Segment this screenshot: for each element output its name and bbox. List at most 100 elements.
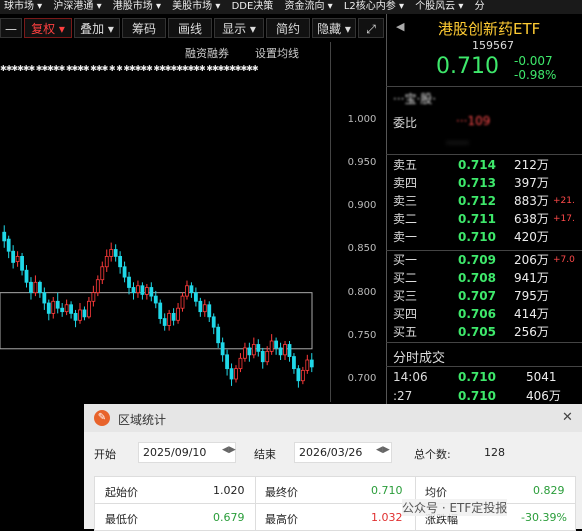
menu-fund-flow[interactable]: 资金流向 ▾ [280,0,336,14]
candle [167,309,172,331]
top-menu-bar: 球市场 ▾ 沪深港通 ▾ 港股市场 ▾ 美股市场 ▾ DDE决策 资金流向 ▾ … [0,0,582,14]
candle [300,366,305,385]
kline-chart[interactable]: 融资融券 设置均线 ✱✱✱✱✱✱ ✱✱✱✱✱ ✱✱✱✱ ✱✱✱ ✱ ✱ ✱✱✱✱… [0,42,384,402]
order-book-row[interactable]: 卖四 0.713 397万 [386,175,582,192]
candle [29,277,33,300]
candle [292,353,296,374]
order-book-row[interactable]: 卖五 0.714 212万 [386,157,582,174]
candle [247,342,252,362]
candle [100,261,105,285]
order-book-row[interactable]: 卖二 0.711 638万 +17. [386,211,582,228]
chips-button[interactable]: 筹码 [122,18,166,38]
candle [283,341,287,361]
level-volume: 883万 [514,194,549,208]
stat-low-label: 最低价 [105,513,138,526]
candle [140,282,145,300]
candle [207,301,212,323]
candle [69,301,73,319]
level-volume: 941万 [514,271,549,285]
candle [185,280,189,300]
overlay-dropdown[interactable]: 叠加 ▾ [74,18,120,38]
order-book-row[interactable]: 买五 0.705 256万 [386,324,582,341]
blurred-info: ······ [446,136,469,150]
candle [269,334,274,355]
order-book-row[interactable]: 买四 0.706 414万 [386,306,582,323]
tick-volume: 406万 [526,389,561,403]
y-tick-label: 0.900 [347,200,377,211]
candle [198,297,203,317]
stat-avg-price-value: 0.829 [533,484,565,497]
order-book-row[interactable]: 买一 0.709 206万 +7.0 [386,252,582,269]
minus-button[interactable]: — [0,18,22,38]
level-volume: 206万 [514,253,549,267]
simple-button[interactable]: 简约 [266,18,310,38]
menu-global-market[interactable]: 球市场 ▾ [0,0,46,14]
y-tick-label: 1.000 [347,114,377,125]
candle [95,275,100,297]
menu-dde[interactable]: DDE决策 [228,0,278,14]
menu-us-market[interactable]: 美股市场 ▾ [168,0,224,14]
order-book-row[interactable]: 买二 0.708 941万 [386,270,582,287]
fuquan-dropdown[interactable]: 复权 ▾ [24,18,72,38]
tick-price: 0.710 [458,389,496,403]
candle [162,313,167,331]
stat-final-price-value: 0.710 [371,484,403,497]
menu-more[interactable]: 分 [471,0,489,14]
menu-hk-market[interactable]: 港股市场 ▾ [109,0,165,14]
level-label: 买三 [393,289,418,303]
candle [11,245,16,269]
menu-hk-connect[interactable]: 沪深港通 ▾ [49,0,105,14]
candle [104,249,109,272]
candle [6,235,11,259]
candle [296,365,301,388]
percent-change: -0.98% [514,68,557,82]
candle [238,353,243,373]
candle [256,339,261,357]
watermark: 公众号 · ETF定投报 [402,499,508,516]
tick-list: 14:06 0.710 5041:27 0.710 406万 [386,369,582,409]
candle [180,292,185,312]
stat-high-label: 最高价 [265,513,298,526]
level-label: 买四 [393,307,418,321]
candle [220,337,225,362]
level-label: 卖三 [393,194,418,208]
level-label: 买五 [393,325,418,339]
tick-volume: 5041 [526,370,557,384]
display-dropdown[interactable]: 显示 ▾ [214,18,264,38]
order-book-row[interactable]: 买三 0.707 795万 [386,288,582,305]
close-icon[interactable]: ✕ [562,410,573,425]
candle [305,354,310,374]
level-price: 0.705 [458,325,496,339]
y-axis-divider [330,42,331,402]
level-label: 卖一 [393,230,418,244]
ticks-title: 分时成交 [393,351,446,366]
bid-book: 买一 0.709 206万 +7.0 买二 0.708 941万 买三 0.707 795万 买四 0… [386,252,582,344]
start-date-value: 2025/09/10 [143,446,207,459]
candle [243,342,247,362]
candle [216,323,221,348]
app-logo-icon: ✎ [94,410,110,426]
menu-stock-news[interactable]: 个股风云 ▾ [411,0,467,14]
end-stepper-icon[interactable]: ◀▶ [376,445,390,455]
candle [73,309,78,328]
prev-arrow-icon[interactable]: ◀ [396,20,404,33]
level-change: +17. [553,214,575,224]
menu-l2[interactable]: L2核心内参 ▾ [340,0,408,14]
level-volume: 397万 [514,176,549,190]
draw-line-button[interactable]: 画线 [168,18,212,38]
candle [260,347,265,369]
hide-dropdown[interactable]: 隐藏 ▾ [312,18,356,38]
candle [78,303,82,324]
divider [386,250,582,251]
divider [386,154,582,155]
count-value: 128 [484,446,505,459]
expand-button[interactable]: ⤢ [358,18,384,38]
start-stepper-icon[interactable]: ◀▶ [222,445,236,455]
order-book-row[interactable]: 卖三 0.712 883万 +21. [386,193,582,210]
order-book-row[interactable]: 卖一 0.710 420万 [386,229,582,246]
stat-start-price-value: 1.020 [213,484,245,497]
stat-low-value: 0.679 [213,511,245,524]
candle [287,341,292,362]
level-volume: 420万 [514,230,549,244]
candle [251,337,256,359]
